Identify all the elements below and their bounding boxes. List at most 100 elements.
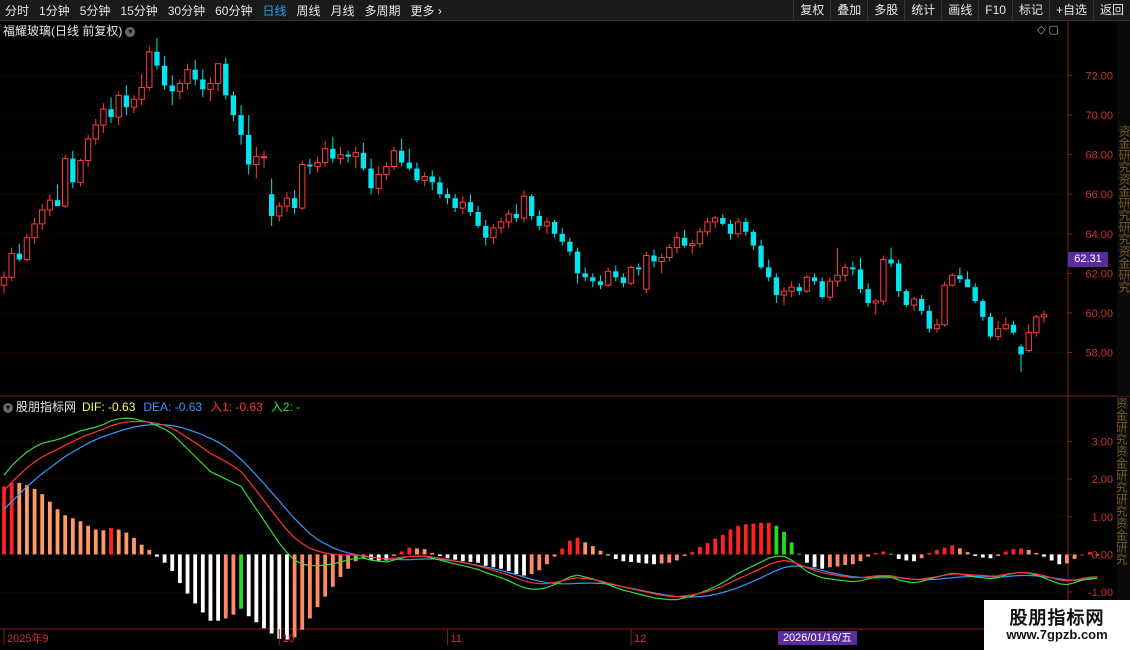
indicator-title[interactable]: ▾ 股朋指标网 DIF: -0.63 DEA: -0.63 入1: -0.63 入2: - xyxy=(3,398,300,415)
histogram-bar xyxy=(147,549,152,555)
candle xyxy=(452,194,458,213)
candle-body xyxy=(590,277,596,282)
price-tick-label: 58.00 xyxy=(1085,347,1113,359)
candle-body xyxy=(834,274,841,282)
histogram-bar xyxy=(537,554,542,571)
price-tick-label: 72.00 xyxy=(1085,71,1113,83)
candle-body xyxy=(322,148,329,164)
candle-body xyxy=(207,82,214,90)
candle-body xyxy=(842,266,849,276)
candle-body xyxy=(750,231,757,246)
chart-canvas[interactable]: 72.00 70.00 68.00 66.00 64.00 62.00 60.00 58.00… xyxy=(0,0,1130,650)
candle xyxy=(230,91,237,122)
r1-line xyxy=(3,420,1098,598)
candle xyxy=(184,63,191,90)
histogram-bar xyxy=(2,486,6,555)
candle-body xyxy=(429,176,435,183)
candle-body xyxy=(238,115,244,135)
indicator-name: 股朋指标网 xyxy=(16,400,77,414)
candle-body xyxy=(727,223,734,234)
candle xyxy=(803,275,811,294)
stock-title[interactable]: 福耀玻璃(日线 前复权) ▾ xyxy=(3,22,136,39)
candle-body xyxy=(734,221,742,235)
diamond-icon[interactable]: ◇ xyxy=(1037,24,1045,36)
candle xyxy=(743,217,749,236)
histogram-bar xyxy=(437,554,442,556)
candle-body xyxy=(1040,314,1048,318)
histogram-bar xyxy=(445,554,450,559)
candle-body xyxy=(972,287,978,302)
candle xyxy=(964,271,971,288)
candle-body xyxy=(826,280,834,298)
candle xyxy=(551,219,558,238)
candle-body xyxy=(268,194,275,216)
cursor-date-tag: 2026/01/16/五 xyxy=(778,631,857,645)
histogram-bar xyxy=(399,551,404,555)
candle-body xyxy=(390,150,398,168)
histogram-bar xyxy=(323,554,328,597)
price-tick-label: 64.00 xyxy=(1085,229,1113,241)
histogram-bar xyxy=(307,554,312,619)
candle xyxy=(926,304,932,333)
candle xyxy=(330,136,336,163)
candle-body xyxy=(918,299,925,311)
candle xyxy=(1033,314,1040,337)
candle-body xyxy=(910,298,918,306)
candle xyxy=(826,277,834,302)
candle xyxy=(154,37,160,70)
histogram-bar xyxy=(460,554,465,562)
histogram-bar xyxy=(675,554,679,561)
candle-body xyxy=(483,225,489,238)
candle xyxy=(467,194,474,216)
histogram-bar xyxy=(63,515,68,555)
candle xyxy=(613,265,619,282)
price-tick-label: 68.00 xyxy=(1085,150,1113,162)
histogram-bar xyxy=(942,547,947,555)
candle xyxy=(352,146,359,169)
candle xyxy=(933,318,941,333)
candle-body xyxy=(92,124,99,140)
candle-body xyxy=(758,245,764,268)
candle-body xyxy=(260,156,268,159)
histogram-bar xyxy=(881,551,886,555)
candle xyxy=(100,103,107,133)
histogram-bar xyxy=(873,552,878,555)
candle-body xyxy=(896,263,902,292)
histogram-bar xyxy=(636,554,641,563)
side-info-strip[interactable]: 资金研究资金研究研究资金研究 xyxy=(1117,21,1130,396)
candle-body xyxy=(712,217,719,223)
candle xyxy=(39,204,46,230)
histogram-bar xyxy=(32,488,37,555)
candle xyxy=(597,275,604,290)
candle-body xyxy=(520,195,528,219)
candle xyxy=(115,91,122,125)
candle-body xyxy=(314,162,321,168)
candle-body xyxy=(421,175,428,181)
candle xyxy=(505,210,512,228)
candle xyxy=(444,188,451,205)
histogram-bar xyxy=(996,554,1001,556)
indicator-tick-label: 2.00 xyxy=(1092,474,1113,486)
candle-body xyxy=(1025,332,1032,351)
candle-body xyxy=(720,217,726,224)
candle-body xyxy=(651,255,657,262)
histogram-bar xyxy=(468,554,473,562)
candle-body xyxy=(414,168,420,181)
candle-body xyxy=(383,166,390,175)
chevron-down-icon[interactable]: ▾ xyxy=(125,27,136,37)
window-restore-icon[interactable]: ▢ xyxy=(1049,24,1059,36)
candlestick-series xyxy=(0,37,1048,373)
histogram-bar xyxy=(935,549,939,555)
candle xyxy=(223,57,229,100)
candle xyxy=(207,77,214,102)
histogram-bar xyxy=(644,554,649,564)
side-info-strip-lower[interactable]: 资金研究资金研究研究资金研究 xyxy=(1117,397,1130,627)
histogram-bar xyxy=(774,525,779,555)
candle xyxy=(238,105,244,145)
x-tick-label: 11 xyxy=(451,633,462,645)
chevron-down-icon[interactable]: ▾ xyxy=(3,403,13,413)
candle xyxy=(865,283,871,307)
candle-body xyxy=(636,267,642,270)
candle-body xyxy=(620,277,627,284)
candle xyxy=(1010,320,1017,335)
